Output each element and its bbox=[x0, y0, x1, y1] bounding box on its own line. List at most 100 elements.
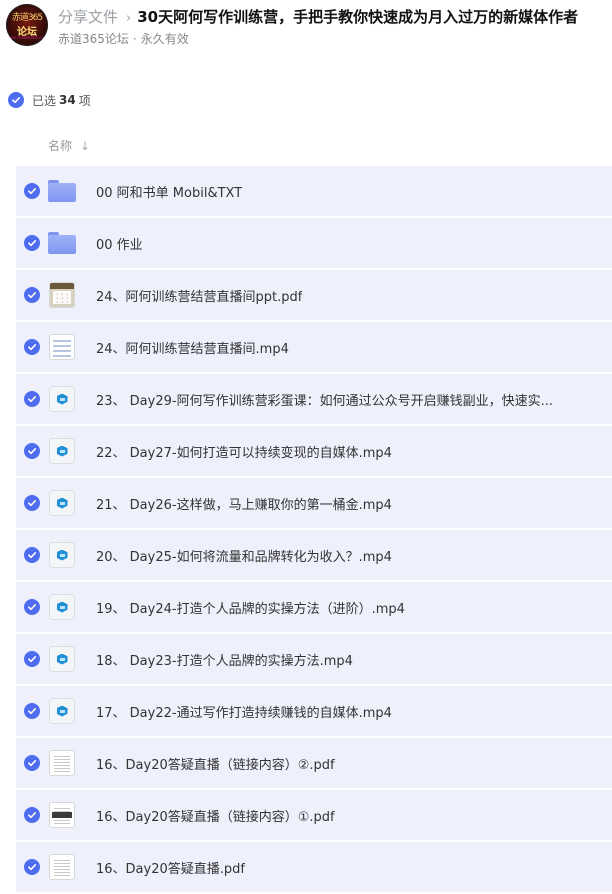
video-icon bbox=[49, 490, 75, 516]
file-row[interactable]: 18、 Day23-打造个人品牌的实操方法.mp4 bbox=[16, 634, 612, 684]
file-icon bbox=[48, 749, 76, 777]
checkmark-icon bbox=[12, 97, 21, 104]
selection-suffix: 项 bbox=[78, 93, 91, 108]
selection-prefix: 已选 bbox=[32, 93, 57, 108]
share-meta: 赤道365论坛 · 永久有效 bbox=[58, 30, 189, 47]
validity-text: 永久有效 bbox=[140, 32, 189, 46]
file-row[interactable]: 16、Day20答疑直播.pdf bbox=[16, 842, 612, 892]
file-row[interactable]: 17、 Day22-通过写作打造持续赚钱的自媒体.mp4 bbox=[16, 686, 612, 736]
checkmark-icon bbox=[28, 344, 37, 351]
file-row[interactable]: 20、 Day25-如何将流量和品牌转化为收入？.mp4 bbox=[16, 530, 612, 580]
breadcrumb-root-link[interactable]: 分享文件 bbox=[58, 8, 118, 26]
share-title: 30天阿何写作训练营，手把手教你快速成为月入过万的新媒体作者 bbox=[137, 8, 579, 26]
row-checkbox[interactable] bbox=[24, 443, 40, 459]
file-row[interactable]: 23、 Day29-阿何写作训练营彩蛋课：如何通过公众号开启赚钱副业，快速实..… bbox=[16, 374, 612, 424]
file-row[interactable]: 24、阿何训练营结营直播间ppt.pdf bbox=[16, 270, 612, 320]
meta-separator: · bbox=[132, 32, 137, 46]
file-icon bbox=[48, 229, 76, 257]
file-name[interactable]: 17、 Day22-通过写作打造持续赚钱的自媒体.mp4 bbox=[96, 702, 392, 721]
video-icon bbox=[49, 542, 75, 568]
file-row[interactable]: 00 作业 bbox=[16, 218, 612, 268]
file-icon bbox=[48, 281, 76, 309]
row-checkbox[interactable] bbox=[24, 339, 40, 355]
row-checkbox[interactable] bbox=[24, 807, 40, 823]
file-name[interactable]: 24、阿何训练营结营直播间ppt.pdf bbox=[96, 286, 302, 305]
selection-count: 34 bbox=[59, 93, 76, 107]
row-checkbox[interactable] bbox=[24, 703, 40, 719]
file-name[interactable]: 18、 Day23-打造个人品牌的实操方法.mp4 bbox=[96, 650, 353, 669]
avatar-text-line1: 赤道365 bbox=[11, 13, 43, 23]
video-icon bbox=[49, 646, 75, 672]
sharer-avatar[interactable]: 赤道365 论坛 www.chidao365.com bbox=[6, 4, 48, 46]
file-row[interactable]: 00 阿和书单 Mobil&TXT bbox=[16, 166, 612, 216]
row-checkbox[interactable] bbox=[24, 755, 40, 771]
checkmark-icon bbox=[28, 552, 37, 559]
row-checkbox[interactable] bbox=[24, 599, 40, 615]
chevron-right-icon: › bbox=[126, 11, 132, 26]
document-thumbnail-icon bbox=[49, 854, 75, 880]
column-name-label: 名称 bbox=[48, 139, 73, 153]
checkmark-icon bbox=[28, 188, 37, 195]
file-icon bbox=[48, 853, 76, 881]
video-icon bbox=[49, 594, 75, 620]
file-icon bbox=[48, 697, 76, 725]
checkmark-icon bbox=[28, 760, 37, 767]
file-row[interactable]: 21、 Day26-这样做，马上赚取你的第一桶金.mp4 bbox=[16, 478, 612, 528]
file-row[interactable]: 16、Day20答疑直播（链接内容）②.pdf bbox=[16, 738, 612, 788]
file-name[interactable]: 16、Day20答疑直播（链接内容）①.pdf bbox=[96, 806, 335, 825]
file-name[interactable]: 21、 Day26-这样做，马上赚取你的第一桶金.mp4 bbox=[96, 494, 392, 513]
checkmark-icon bbox=[28, 396, 37, 403]
file-row[interactable]: 19、 Day24-打造个人品牌的实操方法（进阶）.mp4 bbox=[16, 582, 612, 632]
row-checkbox[interactable] bbox=[24, 859, 40, 875]
file-row[interactable]: 16、Day20答疑直播（链接内容）①.pdf bbox=[16, 790, 612, 840]
select-all-checkbox[interactable] bbox=[8, 92, 24, 108]
video-icon bbox=[49, 386, 75, 412]
checkmark-icon bbox=[28, 812, 37, 819]
video-icon bbox=[49, 698, 75, 724]
row-checkbox[interactable] bbox=[24, 287, 40, 303]
file-icon bbox=[48, 489, 76, 517]
file-name[interactable]: 00 作业 bbox=[96, 234, 143, 253]
sort-arrow-icon[interactable]: ↓ bbox=[80, 139, 90, 153]
avatar-text-line3: www.chidao365.com bbox=[6, 35, 48, 40]
pdf-thumbnail-icon bbox=[49, 282, 75, 308]
file-icon bbox=[48, 593, 76, 621]
row-checkbox[interactable] bbox=[24, 651, 40, 667]
video-thumbnail-icon bbox=[49, 334, 75, 360]
file-name[interactable]: 16、Day20答疑直播（链接内容）②.pdf bbox=[96, 754, 335, 773]
file-icon bbox=[48, 801, 76, 829]
breadcrumb: 分享文件 › 30天阿何写作训练营，手把手教你快速成为月入过万的新媒体作者 bbox=[58, 6, 578, 26]
file-name[interactable]: 22、 Day27-如何打造可以持续变现的自媒体.mp4 bbox=[96, 442, 392, 461]
row-checkbox[interactable] bbox=[24, 235, 40, 251]
checkmark-icon bbox=[28, 292, 37, 299]
file-icon bbox=[48, 177, 76, 205]
row-checkbox[interactable] bbox=[24, 391, 40, 407]
folder-icon bbox=[48, 177, 76, 205]
file-icon bbox=[48, 437, 76, 465]
file-row[interactable]: 24、阿何训练营结营直播间.mp4 bbox=[16, 322, 612, 372]
file-name[interactable]: 00 阿和书单 Mobil&TXT bbox=[96, 182, 242, 201]
file-icon bbox=[48, 645, 76, 673]
column-header-name[interactable]: 名称 ↓ bbox=[48, 137, 90, 154]
share-header: 赤道365 论坛 www.chidao365.com 分享文件 › 30天阿何写作训… bbox=[0, 0, 612, 60]
file-icon bbox=[48, 385, 76, 413]
file-row[interactable]: 22、 Day27-如何打造可以持续变现的自媒体.mp4 bbox=[16, 426, 612, 476]
file-name[interactable]: 20、 Day25-如何将流量和品牌转化为收入？.mp4 bbox=[96, 546, 392, 565]
document-thumbnail-icon bbox=[49, 750, 75, 776]
checkmark-icon bbox=[28, 708, 37, 715]
checkmark-icon bbox=[28, 604, 37, 611]
row-checkbox[interactable] bbox=[24, 495, 40, 511]
row-checkbox[interactable] bbox=[24, 547, 40, 563]
document-thumbnail-icon bbox=[49, 802, 75, 828]
file-icon bbox=[48, 333, 76, 361]
folder-icon bbox=[48, 229, 76, 257]
checkmark-icon bbox=[28, 656, 37, 663]
file-name[interactable]: 24、阿何训练营结营直播间.mp4 bbox=[96, 338, 289, 357]
file-name[interactable]: 19、 Day24-打造个人品牌的实操方法（进阶）.mp4 bbox=[96, 598, 405, 617]
sharer-name[interactable]: 赤道365论坛 bbox=[58, 32, 129, 46]
file-name[interactable]: 16、Day20答疑直播.pdf bbox=[96, 858, 245, 877]
row-checkbox[interactable] bbox=[24, 183, 40, 199]
file-list: 00 阿和书单 Mobil&TXT 00 作业 24、阿何训练营结营直播间ppt.p… bbox=[16, 166, 612, 894]
file-name[interactable]: 23、 Day29-阿何写作训练营彩蛋课：如何通过公众号开启赚钱副业，快速实..… bbox=[96, 390, 553, 409]
file-icon bbox=[48, 541, 76, 569]
